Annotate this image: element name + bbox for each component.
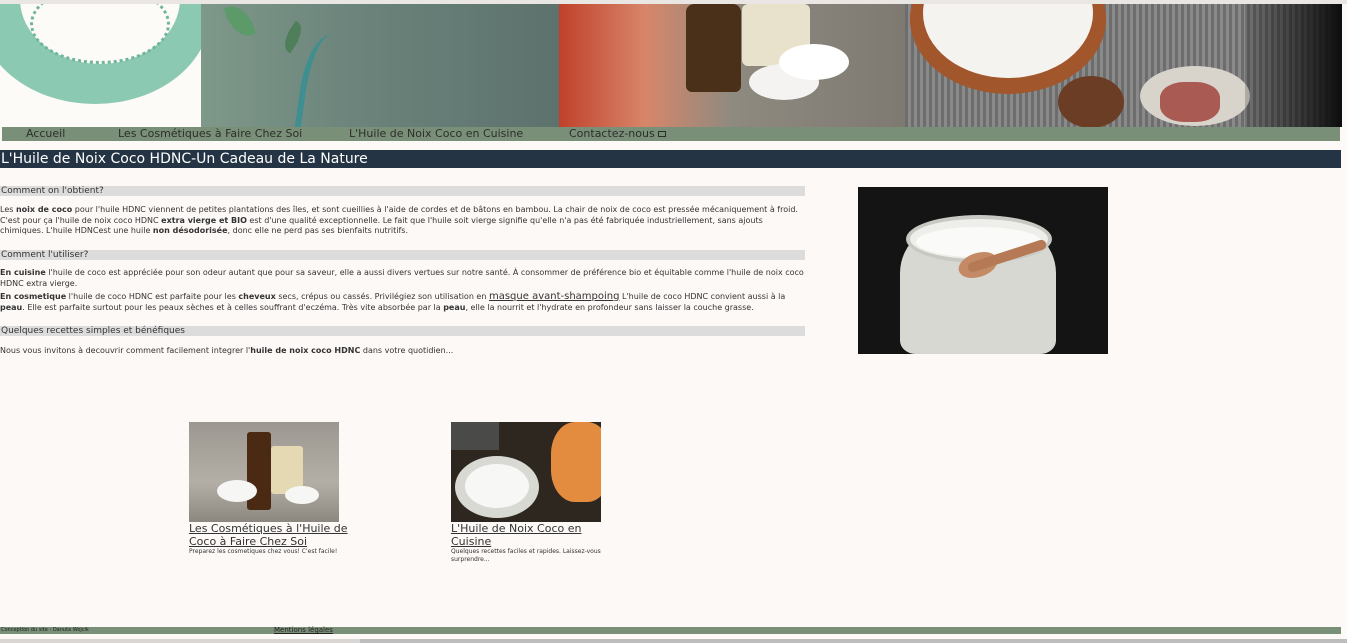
section-heading-use: Comment l'utiliser? xyxy=(0,250,805,260)
banner-coconut-drawing xyxy=(0,4,201,127)
section-text-recipes: Nous vous invitons à decouvrir comment f… xyxy=(0,346,454,355)
banner-leaves-image xyxy=(201,4,559,127)
card-title-cosmetiques[interactable]: Les Cosmétiques à l'Huile de Coco à Fair… xyxy=(189,522,349,548)
footer-bar: Conception du site - Danuta Wojcik Menti… xyxy=(0,627,1341,634)
page-title: L'Huile de Noix Coco HDNC-Un Cadeau de L… xyxy=(1,151,368,167)
header-banner xyxy=(0,4,1342,127)
footer-credit: Conception du site - Danuta Wojcik xyxy=(1,627,89,633)
nav-item-cuisine[interactable]: L'Huile de Noix Coco en Cuisine xyxy=(349,127,523,141)
section-text-obtain: Les noix de coco pour l'huile HDNC vienn… xyxy=(0,205,798,235)
footer-legal-link[interactable]: Mentions légales xyxy=(274,627,333,634)
card-image-cuisine[interactable] xyxy=(451,422,601,522)
page-title-bar: L'Huile de Noix Coco HDNC-Un Cadeau de L… xyxy=(0,150,1341,168)
nav-item-accueil[interactable]: Accueil xyxy=(26,127,65,141)
main-nav: Accueil Les Cosmétiques à Faire Chez Soi… xyxy=(2,127,1340,141)
card-desc-cuisine: Quelques recettes faciles et rapides. La… xyxy=(451,548,601,563)
coconut-oil-jar-image xyxy=(858,187,1108,354)
nav-item-cosmetiques[interactable]: Les Cosmétiques à Faire Chez Soi xyxy=(118,127,302,141)
section-heading-recipes: Quelques recettes simples et bénéfiques xyxy=(0,326,805,336)
bottom-scrollbar[interactable] xyxy=(360,639,1347,643)
nav-item-contact[interactable]: Contactez-nous xyxy=(569,127,666,141)
masque-link[interactable]: masque avant-shampoing xyxy=(489,291,619,302)
section-heading-obtain: Comment on l'obtient? xyxy=(0,186,805,196)
banner-bottles-image xyxy=(559,4,905,127)
nav-item-contact-label: Contactez-nous xyxy=(569,127,655,140)
card-title-cuisine[interactable]: L'Huile de Noix Coco en Cuisine xyxy=(451,522,611,548)
section-text-cosmetique: En cosmetique l'huile de coco HDNC est p… xyxy=(0,291,786,312)
card-desc-cosmetiques: Preparez les cosmetiques chez vous! C'es… xyxy=(189,548,338,555)
card-image-cosmetiques[interactable] xyxy=(189,422,339,522)
mail-icon xyxy=(657,131,666,137)
section-text-cuisine: En cuisine l'huile de coco est appréciée… xyxy=(0,268,804,288)
banner-bowl-image xyxy=(905,4,1342,127)
